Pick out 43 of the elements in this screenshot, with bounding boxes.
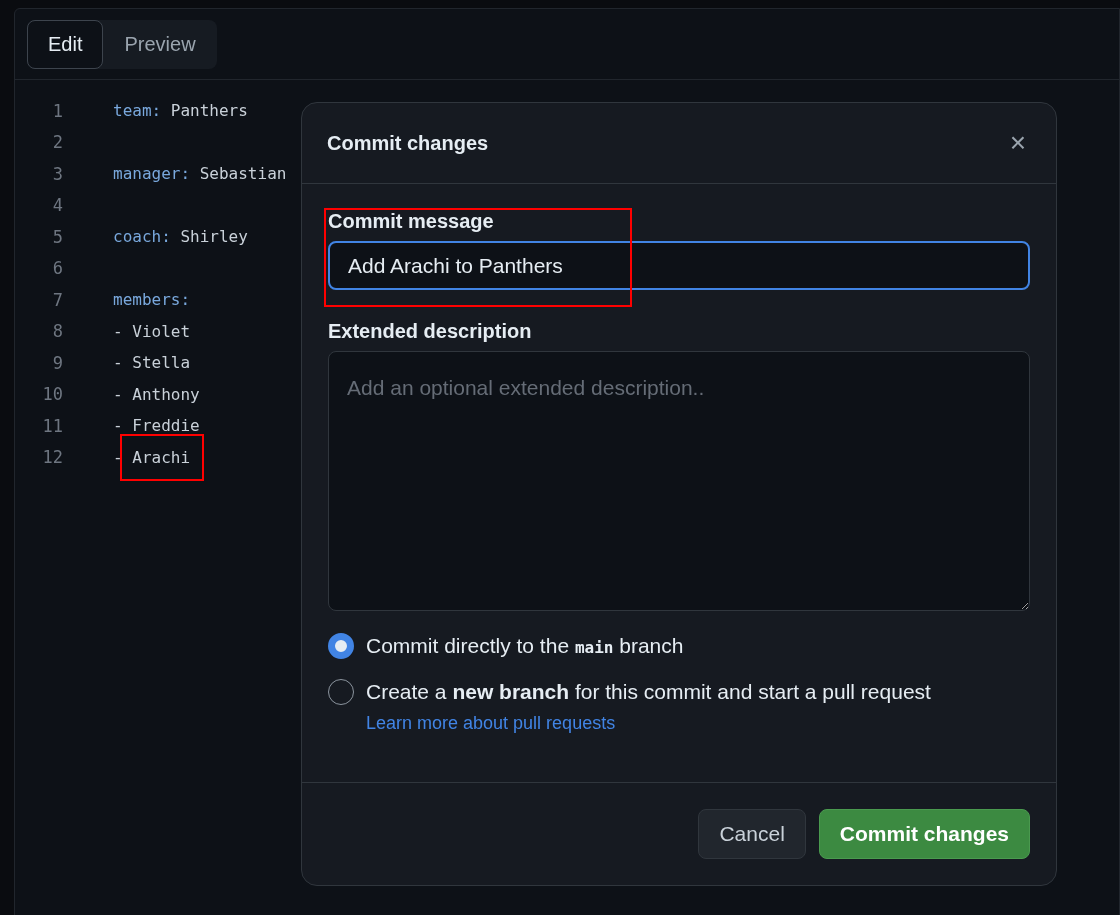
code-key: team:: [113, 101, 162, 121]
code-text: Sebastian: [199, 164, 287, 184]
commit-message-field[interactable]: Add Arachi to Panthers: [328, 241, 1030, 290]
code-key: members:: [113, 290, 1119, 310]
line-number: 3: [51, 163, 63, 184]
code-text: Freddie: [132, 416, 200, 436]
code-key: manager:: [113, 164, 191, 184]
line-number: 11: [41, 415, 63, 436]
line-number: 8: [51, 321, 63, 342]
line-number: 5: [51, 226, 63, 247]
code-key: coach:: [113, 227, 171, 247]
line-number: 7: [51, 289, 63, 310]
field-label: Extended description: [328, 320, 533, 343]
editor-tab[interactable]: Preview: [103, 19, 217, 69]
description-field[interactable]: Add an optional extended description..: [328, 351, 1030, 611]
line-number: 9: [51, 352, 63, 373]
list-dash: -: [113, 353, 123, 373]
list-dash: -: [113, 447, 123, 467]
line-number: 4: [51, 195, 63, 216]
code-text: Stella: [132, 353, 191, 373]
commit-button[interactable]: Commit changes: [818, 809, 1030, 859]
line-number: 6: [51, 258, 63, 279]
code-text: Anthony: [132, 384, 200, 404]
radio-button[interactable]: [328, 633, 354, 659]
cancel-button[interactable]: Cancel: [698, 809, 806, 859]
code-text: Violet: [132, 321, 191, 341]
code-text: Panthers: [170, 101, 248, 121]
line-number: 2: [51, 132, 63, 153]
editor-tab[interactable]: Edit: [27, 19, 104, 69]
code-text: Shirley: [180, 227, 248, 247]
field-label: Commit message: [328, 210, 495, 233]
list-dash: -: [113, 384, 123, 404]
list-dash: -: [113, 416, 123, 436]
list-dash: -: [113, 321, 123, 341]
pull-requests-link[interactable]: Learn more about pull requests: [366, 713, 1030, 734]
dialog-title: Commit changes: [327, 131, 489, 155]
line-number: 1: [51, 100, 63, 121]
option-label: Commit directly to the main branch: [366, 634, 685, 658]
line-number: 10: [41, 384, 63, 405]
code-text: Arachi: [132, 447, 191, 467]
line-number: 12: [41, 447, 63, 468]
close-button[interactable]: ×: [1003, 129, 1032, 157]
option-label: Create a new branch for this commit and start a pull request: [366, 680, 932, 704]
